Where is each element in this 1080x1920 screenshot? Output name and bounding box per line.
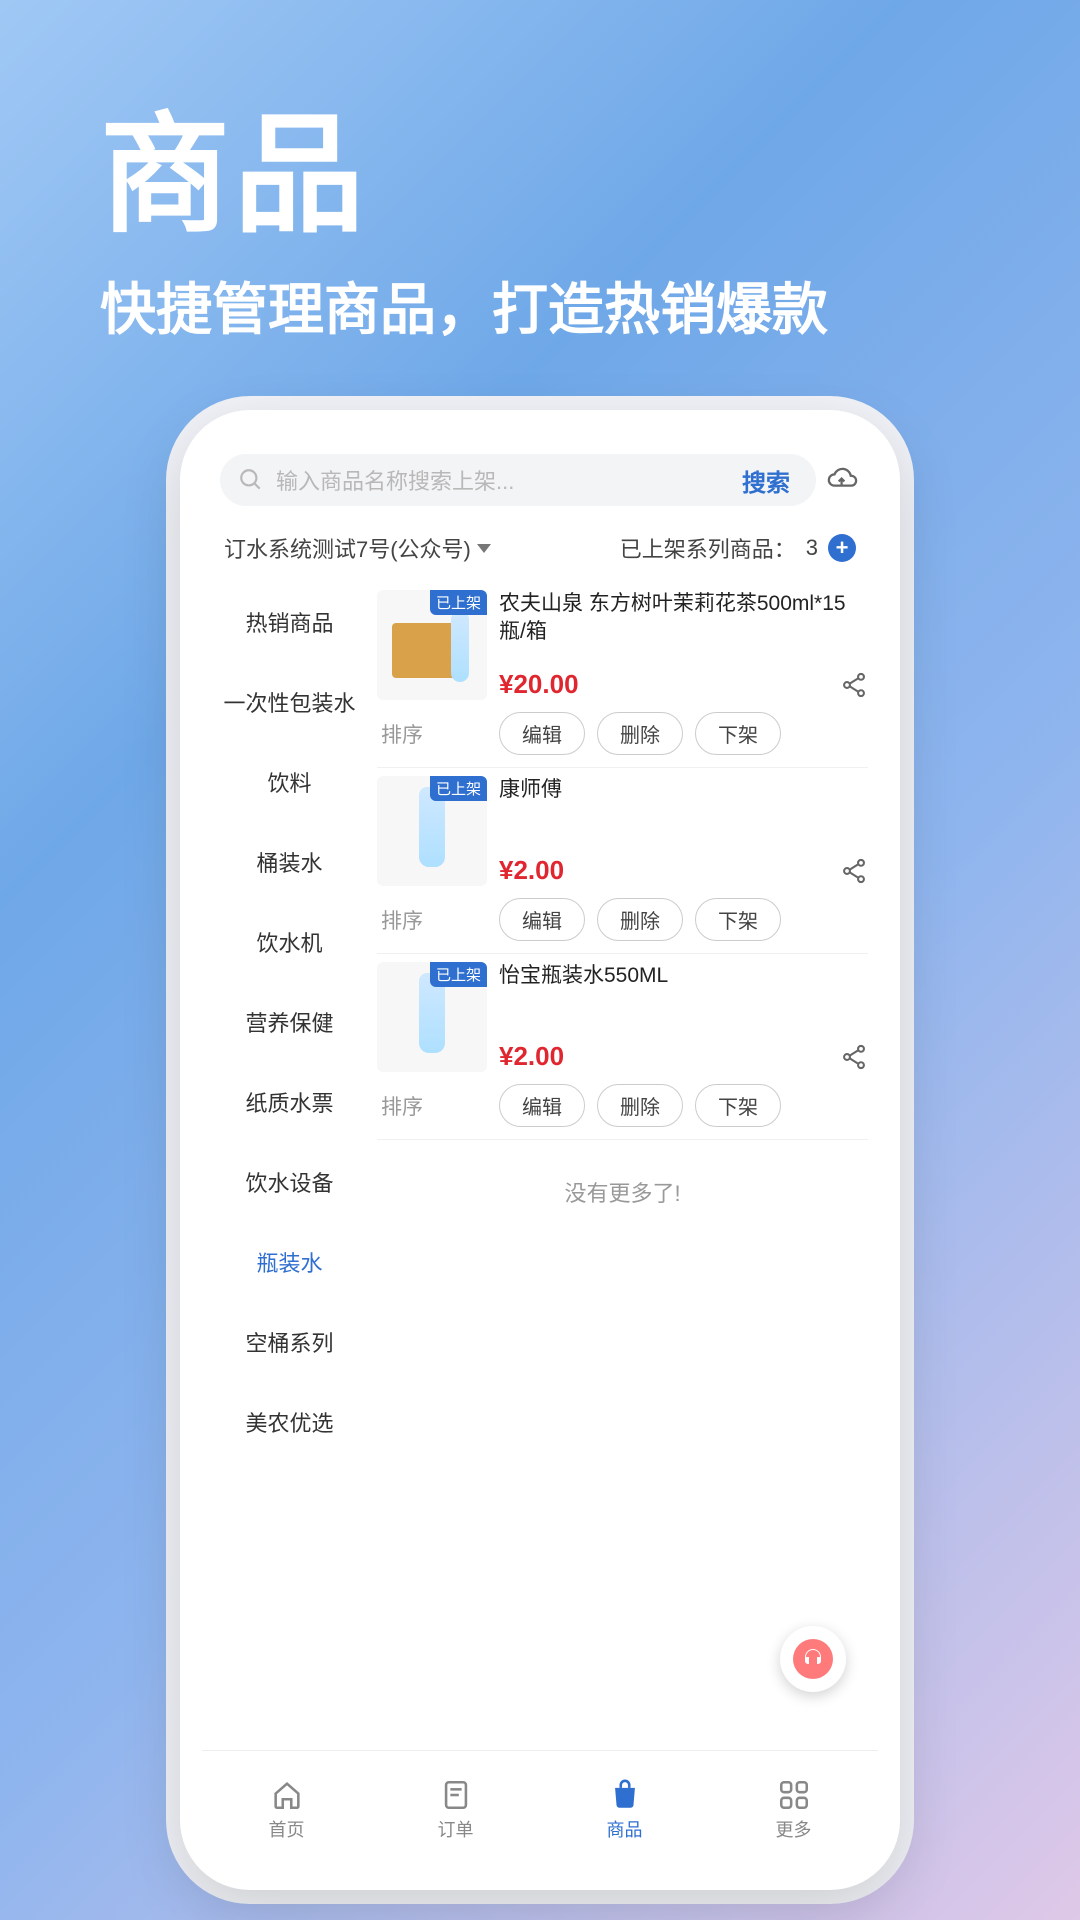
- sort-label[interactable]: 排序: [377, 1091, 487, 1121]
- phone-screen: 输入商品名称搜索上架... 搜索 订水系统测试7号(公众号) 已上架系列商品： …: [202, 432, 878, 1868]
- content-area: 热销商品一次性包装水饮料桶装水饮水机营养保健纸质水票饮水设备瓶装水空桶系列美农优…: [202, 582, 878, 1750]
- hero-title: 商品: [100, 70, 368, 258]
- no-more-text: 没有更多了!: [377, 1140, 868, 1244]
- category-sidebar: 热销商品一次性包装水饮料桶装水饮水机营养保健纸质水票饮水设备瓶装水空桶系列美农优…: [202, 582, 377, 1750]
- order-icon: [439, 1778, 473, 1812]
- share-icon[interactable]: [840, 671, 868, 699]
- nav-label: 商品: [607, 1816, 643, 1842]
- product-price: ¥20.00: [499, 669, 579, 700]
- nav-label: 更多: [776, 1816, 812, 1842]
- store-name: 订水系统测试7号(公众号): [224, 532, 471, 564]
- status-badge: 已上架: [430, 590, 487, 615]
- product-price: ¥2.00: [499, 1041, 564, 1072]
- share-icon[interactable]: [840, 1043, 868, 1071]
- chevron-down-icon: [477, 544, 491, 553]
- unshelf-button[interactable]: 下架: [695, 898, 781, 941]
- sort-label[interactable]: 排序: [377, 905, 487, 935]
- more-icon: [777, 1778, 811, 1812]
- nav-label: 订单: [438, 1816, 474, 1842]
- category-item[interactable]: 美农优选: [202, 1382, 377, 1462]
- delete-button[interactable]: 删除: [597, 898, 683, 941]
- category-item[interactable]: 热销商品: [202, 582, 377, 662]
- product-thumbnail: 已上架: [377, 962, 487, 1072]
- count-label: 已上架系列商品：: [620, 532, 796, 564]
- nav-product[interactable]: 商品: [607, 1778, 643, 1842]
- home-icon: [270, 1778, 304, 1812]
- product-icon: [608, 1778, 642, 1812]
- status-badge: 已上架: [430, 962, 487, 987]
- customer-service-fab[interactable]: [780, 1626, 846, 1692]
- unshelf-button[interactable]: 下架: [695, 1084, 781, 1127]
- category-item[interactable]: 饮水机: [202, 902, 377, 982]
- search-input[interactable]: 输入商品名称搜索上架... 搜索: [220, 454, 816, 506]
- search-icon: [238, 467, 264, 493]
- edit-button[interactable]: 编辑: [499, 1084, 585, 1127]
- nav-order[interactable]: 订单: [438, 1778, 474, 1842]
- edit-button[interactable]: 编辑: [499, 712, 585, 755]
- category-item[interactable]: 瓶装水: [202, 1222, 377, 1302]
- category-item[interactable]: 饮水设备: [202, 1142, 377, 1222]
- sort-label[interactable]: 排序: [377, 719, 487, 749]
- nav-label: 首页: [269, 1816, 305, 1842]
- delete-button[interactable]: 删除: [597, 712, 683, 755]
- headset-icon: [793, 1639, 833, 1679]
- product-list: 已上架农夫山泉 东方树叶茉莉花茶500ml*15瓶/箱¥20.00排序编辑删除下…: [377, 582, 878, 1750]
- category-item[interactable]: 营养保健: [202, 982, 377, 1062]
- search-button[interactable]: 搜索: [734, 463, 798, 498]
- store-dropdown[interactable]: 订水系统测试7号(公众号): [224, 532, 491, 564]
- category-item[interactable]: 桶装水: [202, 822, 377, 902]
- product-thumbnail: 已上架: [377, 776, 487, 886]
- count-value: 3: [806, 535, 818, 561]
- nav-home[interactable]: 首页: [269, 1778, 305, 1842]
- nav-more[interactable]: 更多: [776, 1778, 812, 1842]
- category-item[interactable]: 一次性包装水: [202, 662, 377, 742]
- product-price: ¥2.00: [499, 855, 564, 886]
- search-placeholder: 输入商品名称搜索上架...: [276, 464, 722, 496]
- category-item[interactable]: 纸质水票: [202, 1062, 377, 1142]
- unshelf-button[interactable]: 下架: [695, 712, 781, 755]
- product-thumbnail: 已上架: [377, 590, 487, 700]
- product-card[interactable]: 已上架康师傅 ¥2.00 排序编辑删除下架: [377, 768, 868, 954]
- product-name: 怡宝瓶装水550ML: [499, 962, 868, 990]
- delete-button[interactable]: 删除: [597, 1084, 683, 1127]
- category-item[interactable]: 空桶系列: [202, 1302, 377, 1382]
- cloud-sync-icon[interactable]: [826, 463, 860, 497]
- listed-count: 已上架系列商品： 3 +: [620, 532, 856, 564]
- hero-subtitle: 快捷管理商品，打造热销爆款: [100, 265, 828, 346]
- search-row: 输入商品名称搜索上架... 搜索: [202, 432, 878, 518]
- product-name: 农夫山泉 东方树叶茉莉花茶500ml*15瓶/箱: [499, 590, 868, 647]
- add-button[interactable]: +: [828, 534, 856, 562]
- phone-frame: 输入商品名称搜索上架... 搜索 订水系统测试7号(公众号) 已上架系列商品： …: [180, 410, 900, 1890]
- sub-header: 订水系统测试7号(公众号) 已上架系列商品： 3 +: [202, 518, 878, 582]
- product-card[interactable]: 已上架怡宝瓶装水550ML ¥2.00 排序编辑删除下架: [377, 954, 868, 1140]
- bottom-navbar: 首页 订单 商品 更多: [202, 1750, 878, 1868]
- edit-button[interactable]: 编辑: [499, 898, 585, 941]
- category-item[interactable]: 饮料: [202, 742, 377, 822]
- status-badge: 已上架: [430, 776, 487, 801]
- product-card[interactable]: 已上架农夫山泉 东方树叶茉莉花茶500ml*15瓶/箱 ¥20.00 排序编辑删除下…: [377, 582, 868, 768]
- share-icon[interactable]: [840, 857, 868, 885]
- product-name: 康师傅: [499, 776, 868, 804]
